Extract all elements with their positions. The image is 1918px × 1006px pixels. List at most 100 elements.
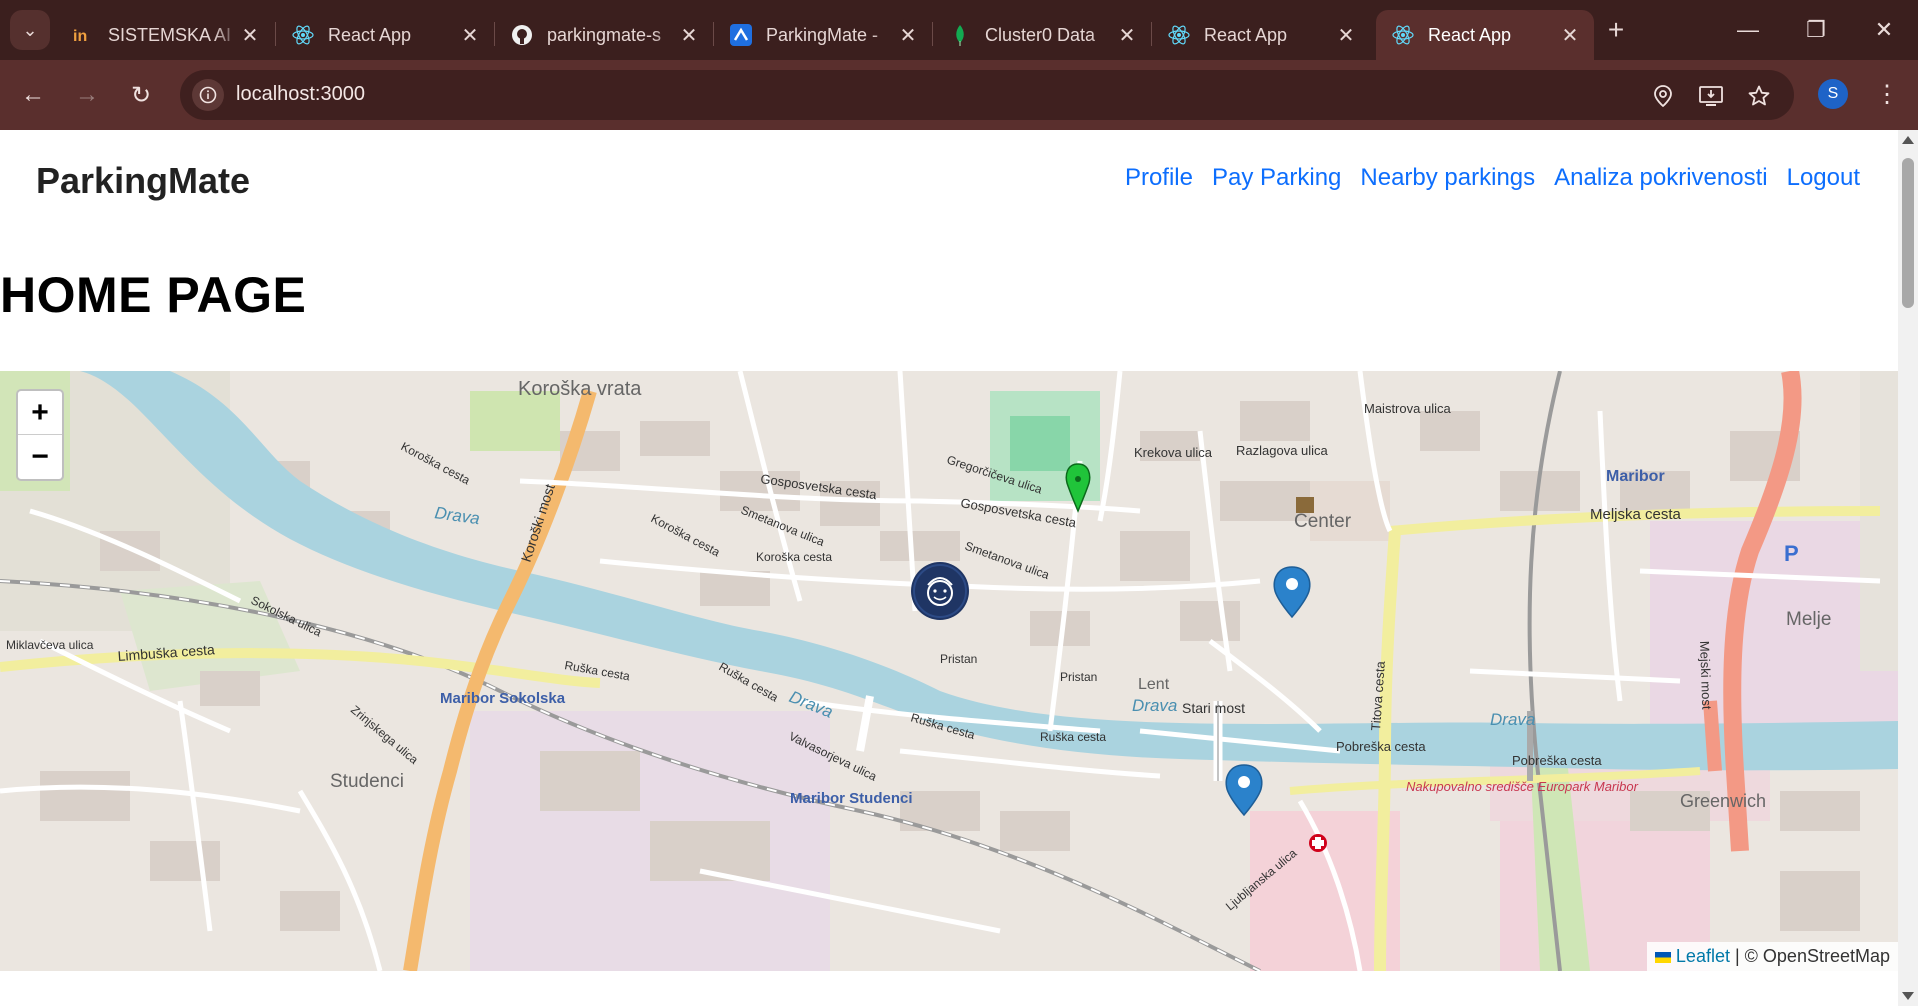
map-label-europark: Nakupovalno središče Europark Maribor <box>1406 779 1639 794</box>
reload-icon: ↻ <box>130 81 152 109</box>
ukraine-flag-icon <box>1654 952 1671 963</box>
map-label-maribor: Maribor <box>1606 468 1665 485</box>
tab-title: ParkingMate - <box>766 24 879 45</box>
install-app-icon[interactable] <box>1698 83 1724 109</box>
back-button[interactable]: ← <box>16 78 50 112</box>
nav-profile[interactable]: Profile <box>1125 164 1193 192</box>
scroll-down-arrow-icon[interactable] <box>1902 992 1914 1000</box>
tab-title: React App <box>1428 24 1512 45</box>
main-nav: Profile Pay Parking Nearby parkings Anal… <box>1125 164 1860 192</box>
zoom-in-button[interactable]: + <box>18 391 62 435</box>
chevron-down-icon: ⌄ <box>22 19 38 40</box>
browser-toolbar: ← → ↻ localhost:3000 S ⋮ <box>0 60 1918 130</box>
close-window-button[interactable]: ✕ <box>1850 0 1918 60</box>
map-label-street: Krekova ulica <box>1134 445 1213 460</box>
osm-attribution: | © OpenStreetMap <box>1734 946 1890 966</box>
minimize-button[interactable]: — <box>1714 0 1782 60</box>
tab-title: React App <box>1204 24 1288 45</box>
svg-text:in: in <box>73 28 87 43</box>
close-tab-icon[interactable]: ✕ <box>1117 23 1137 48</box>
tab-title: parkingmate-s <box>547 24 662 45</box>
map-label-street: Maistrova ulica <box>1364 401 1451 416</box>
nav-analiza-pokrivenosti[interactable]: Analiza pokrivenosti <box>1554 164 1767 192</box>
browser-menu-button[interactable]: ⋮ <box>1872 77 1902 111</box>
forward-button[interactable]: → <box>70 78 104 112</box>
more-vertical-icon: ⋮ <box>1875 80 1899 108</box>
close-tab-icon[interactable]: ✕ <box>898 23 918 48</box>
leaflet-link[interactable]: Leaflet <box>1676 946 1730 966</box>
browser-tab-active[interactable]: React App ✕ <box>1376 10 1594 60</box>
browser-tab[interactable]: in SISTEMSKA AI ✕ <box>56 10 274 60</box>
arrow-right-icon: → <box>75 81 99 108</box>
scroll-up-arrow-icon[interactable] <box>1902 136 1914 144</box>
close-tab-icon[interactable]: ✕ <box>1336 23 1356 48</box>
github-icon <box>511 24 533 46</box>
profile-avatar[interactable]: S <box>1818 79 1848 109</box>
close-tab-icon[interactable]: ✕ <box>240 23 260 48</box>
map-label-drava: Drava <box>1490 710 1535 729</box>
map-attribution: Leaflet | © OpenStreetMap <box>1646 942 1898 971</box>
zoom-control: + − <box>16 389 64 481</box>
restore-icon: ❐ <box>1806 17 1826 42</box>
new-tab-button[interactable]: + <box>1598 12 1634 48</box>
map-label-melje: Melje <box>1786 609 1831 630</box>
url-text[interactable]: localhost:3000 <box>236 83 365 106</box>
bookmark-star-icon[interactable] <box>1746 83 1772 109</box>
map-label-center: Center <box>1294 511 1352 532</box>
browser-tab[interactable]: Cluster0 Data ✕ <box>933 10 1151 60</box>
map-tiles[interactable]: Koroška vrata Drava Drava Drava Drava Ko… <box>0 371 1898 971</box>
location-pin-icon[interactable] <box>1650 83 1676 109</box>
map-label-street: Pobreška cesta <box>1512 753 1602 768</box>
react-icon <box>1392 24 1414 46</box>
plus-icon: + <box>1607 14 1625 45</box>
react-icon <box>292 24 314 46</box>
nav-pay-parking[interactable]: Pay Parking <box>1212 164 1341 192</box>
map-label-greenwich: Greenwich <box>1680 791 1766 811</box>
nav-nearby-parkings[interactable]: Nearby parkings <box>1360 164 1535 192</box>
browser-tabstrip: ⌄ in SISTEMSKA AI ✕ React App ✕ parkingm… <box>0 0 1918 60</box>
tab-search-button[interactable]: ⌄ <box>10 10 50 50</box>
parking-sign-icon: P <box>1784 541 1799 566</box>
page-title: HOME PAGE <box>0 267 307 323</box>
map-label-street: Pristan <box>1060 670 1097 684</box>
map-label-drava: Drava <box>1132 696 1177 715</box>
mongodb-leaf-icon <box>949 24 971 46</box>
map-label-maribor-sokolska: Maribor Sokolska <box>440 690 566 707</box>
page-viewport: ParkingMate Profile Pay Parking Nearby p… <box>0 130 1898 1006</box>
map-label-street: Miklavčeva ulica <box>6 638 94 652</box>
restore-button[interactable]: ❐ <box>1782 0 1850 60</box>
browser-tab[interactable]: React App ✕ <box>1152 10 1370 60</box>
avatar-initial: S <box>1827 85 1839 102</box>
map-label-stari-most: Stari most <box>1182 700 1245 716</box>
close-tab-icon[interactable]: ✕ <box>679 23 699 48</box>
browser-tab[interactable]: React App ✕ <box>276 10 494 60</box>
user-location-marker[interactable] <box>911 562 969 620</box>
minimize-icon: — <box>1737 17 1759 42</box>
close-tab-icon[interactable]: ✕ <box>1560 23 1580 48</box>
tab-title: SISTEMSKA AI <box>108 24 232 45</box>
address-bar[interactable]: localhost:3000 <box>180 70 1794 120</box>
map-container[interactable]: Koroška vrata Drava Drava Drava Drava Ko… <box>0 371 1898 971</box>
browser-tab[interactable]: parkingmate-s ✕ <box>495 10 713 60</box>
site-info-icon[interactable] <box>192 79 224 111</box>
tab-title: Cluster0 Data <box>985 24 1096 45</box>
scrollbar-thumb[interactable] <box>1902 158 1914 308</box>
react-icon <box>1168 24 1190 46</box>
reload-button[interactable]: ↻ <box>124 78 158 112</box>
app-brand[interactable]: ParkingMate <box>36 160 250 202</box>
zoom-out-button[interactable]: − <box>18 435 62 479</box>
arrow-left-icon: ← <box>21 81 45 108</box>
map-label-street: Koroška cesta <box>756 550 832 564</box>
close-icon: ✕ <box>1874 17 1894 42</box>
map-label-street: Meljska cesta <box>1590 506 1682 523</box>
map-label-street: Razlagova ulica <box>1236 443 1329 458</box>
nav-logout[interactable]: Logout <box>1787 164 1860 192</box>
jira-icon <box>730 24 752 46</box>
map-label-studenci: Studenci <box>330 771 404 792</box>
map-label-street: Mejski most <box>1697 641 1714 710</box>
browser-tab[interactable]: ParkingMate - ✕ <box>714 10 932 60</box>
castle-icon <box>1296 497 1314 513</box>
page-scrollbar[interactable] <box>1898 130 1918 1006</box>
map-label-maribor-studenci: Maribor Studenci <box>790 790 913 807</box>
close-tab-icon[interactable]: ✕ <box>460 23 480 48</box>
